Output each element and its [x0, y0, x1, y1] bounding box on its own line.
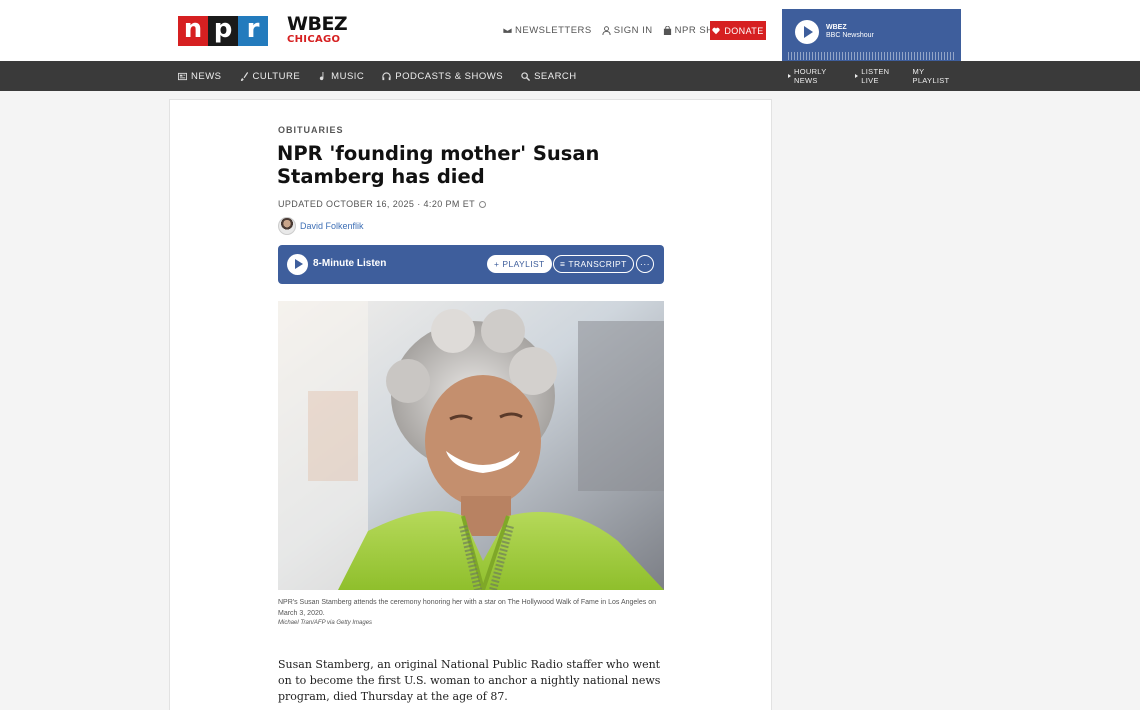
npr-logo[interactable]: n p r — [178, 16, 268, 46]
headphones-icon — [382, 71, 391, 80]
plus-icon: + — [494, 259, 500, 269]
byline: David Folkenflik — [278, 217, 364, 235]
donate-button[interactable]: DONATE — [710, 21, 766, 40]
station-logo[interactable]: WBEZ CHICAGO — [287, 13, 348, 45]
main-nav: NEWS CULTURE MUSIC PODCASTS & SHOWS SEAR… — [0, 61, 1140, 91]
signin-label: SIGN IN — [613, 25, 653, 36]
newsletters-label: NEWSLETTERS — [515, 25, 592, 36]
list-icon: ≡ — [560, 259, 566, 269]
envelope-icon — [503, 27, 512, 34]
play-triangle-icon — [788, 74, 791, 78]
top-links: NEWSLETTERS SIGN IN NPR SHOP — [503, 25, 728, 36]
player-links: HOURLY NEWS LISTEN LIVE MY PLAYLIST — [782, 61, 961, 91]
live-player: WBEZ BBC Newshour HOURLY NEWS LISTEN LIV… — [782, 9, 961, 91]
nav-item-culture[interactable]: CULTURE — [240, 71, 301, 82]
player-station: WBEZ — [826, 24, 847, 31]
photo-credit: Michael Tran/AFP via Getty Images — [278, 620, 373, 626]
signin-link[interactable]: SIGN IN — [602, 25, 653, 36]
article-headline: NPR 'founding mother' Susan Stamberg has… — [277, 142, 600, 188]
hourly-news-label: HOURLY NEWS — [794, 67, 827, 85]
nav-music-label: MUSIC — [331, 70, 365, 82]
my-playlist-label: MY PLAYLIST — [912, 67, 950, 85]
play-triangle-icon — [855, 74, 859, 78]
author-avatar — [278, 217, 296, 235]
station-name: WBEZ — [287, 13, 348, 35]
info-icon[interactable] — [479, 200, 487, 208]
article-photo[interactable] — [278, 301, 664, 590]
listen-live-label: LISTEN LIVE — [861, 67, 890, 85]
heart-icon — [712, 27, 720, 34]
brush-icon — [240, 71, 248, 81]
nav-links: NEWS CULTURE MUSIC PODCASTS & SHOWS SEAR… — [178, 61, 577, 91]
top-header: n p r WBEZ CHICAGO NEWSLETTERS SIGN IN N… — [0, 0, 1140, 61]
newsletters-link[interactable]: NEWSLETTERS — [503, 25, 592, 36]
add-to-playlist-button[interactable]: + PLAYLIST — [487, 255, 552, 273]
transcript-button[interactable]: ≡ TRANSCRIPT — [553, 255, 634, 273]
nav-item-search[interactable]: SEARCH — [521, 71, 577, 82]
listen-live-link[interactable]: LISTEN LIVE — [855, 67, 906, 85]
nav-item-podcasts[interactable]: PODCASTS & SHOWS — [382, 71, 503, 82]
live-play-button[interactable] — [795, 20, 819, 44]
music-note-icon — [319, 71, 324, 80]
nav-item-music[interactable]: MUSIC — [318, 71, 364, 82]
audio-waveform — [788, 52, 955, 60]
photo-caption: NPR's Susan Stamberg attends the ceremon… — [278, 599, 656, 617]
article-body-paragraph: Susan Stamberg, an original National Pub… — [278, 658, 661, 703]
more-options-button[interactable]: ··· — [636, 255, 654, 273]
donate-label: DONATE — [724, 25, 764, 36]
photo-illustration — [278, 301, 664, 590]
player-show: BBC Newshour — [826, 32, 874, 39]
article-dateline: UPDATED OCTOBER 16, 2025 · 4:20 PM ET — [278, 199, 487, 209]
search-icon — [521, 71, 531, 81]
npr-logo-p: p — [208, 16, 238, 46]
nav-search-label: SEARCH — [534, 70, 577, 82]
dateline-text: UPDATED OCTOBER 16, 2025 · 4:20 PM ET — [278, 199, 476, 209]
audio-player-bar: 8-Minute Listen + PLAYLIST ≡ TRANSCRIPT … — [278, 245, 664, 284]
my-playlist-link[interactable]: MY PLAYLIST — [913, 67, 961, 85]
hourly-news-link[interactable]: HOURLY NEWS — [788, 67, 849, 85]
more-icon: ··· — [639, 259, 651, 269]
article-play-button[interactable] — [287, 254, 308, 275]
shopping-bag-icon — [663, 26, 671, 35]
newspaper-icon — [178, 72, 187, 80]
author-link[interactable]: David Folkenflik — [300, 221, 364, 231]
npr-logo-n: n — [178, 16, 208, 46]
nav-item-news[interactable]: NEWS — [178, 71, 222, 82]
playlist-label: PLAYLIST — [502, 259, 545, 269]
user-icon — [602, 26, 611, 35]
nav-podcasts-label: PODCASTS & SHOWS — [395, 70, 504, 82]
article-section-label[interactable]: OBITUARIES — [278, 125, 344, 135]
listen-duration: 8-Minute Listen — [313, 258, 387, 269]
station-city: CHICAGO — [287, 34, 341, 45]
nav-news-label: NEWS — [191, 70, 222, 82]
transcript-label: TRANSCRIPT — [568, 259, 627, 269]
nav-culture-label: CULTURE — [252, 70, 301, 82]
npr-logo-r: r — [238, 16, 268, 46]
